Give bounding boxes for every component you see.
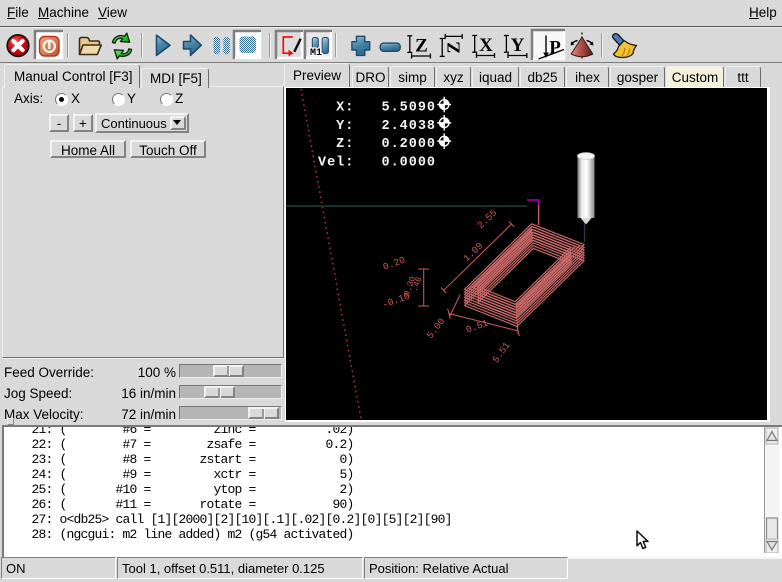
svg-text:2.55: 2.55 bbox=[475, 207, 499, 231]
svg-text:Vel: 0.0000: Vel: 0.0000 bbox=[318, 155, 435, 170]
svg-text:P: P bbox=[549, 38, 561, 59]
svg-text:5.00: 5.00 bbox=[425, 316, 448, 341]
svg-text:0.51: 0.51 bbox=[465, 317, 490, 335]
svg-text:M1: M1 bbox=[310, 48, 322, 59]
svg-text:Z: Z bbox=[444, 41, 464, 53]
svg-text:Y: Y bbox=[511, 35, 525, 56]
svg-text:X: X bbox=[479, 35, 493, 56]
svg-text:Z: 0.2000: Z: 0.2000 bbox=[318, 137, 435, 152]
svg-text:Z: Z bbox=[415, 36, 428, 57]
svg-text:0.20: 0.20 bbox=[382, 254, 407, 272]
svg-text:X: 5.5090: X: 5.5090 bbox=[318, 101, 435, 116]
svg-text:Y: 2.4038: Y: 2.4038 bbox=[318, 119, 435, 134]
svg-text:5.51: 5.51 bbox=[490, 340, 512, 365]
svg-text:1.09: 1.09 bbox=[461, 240, 485, 264]
